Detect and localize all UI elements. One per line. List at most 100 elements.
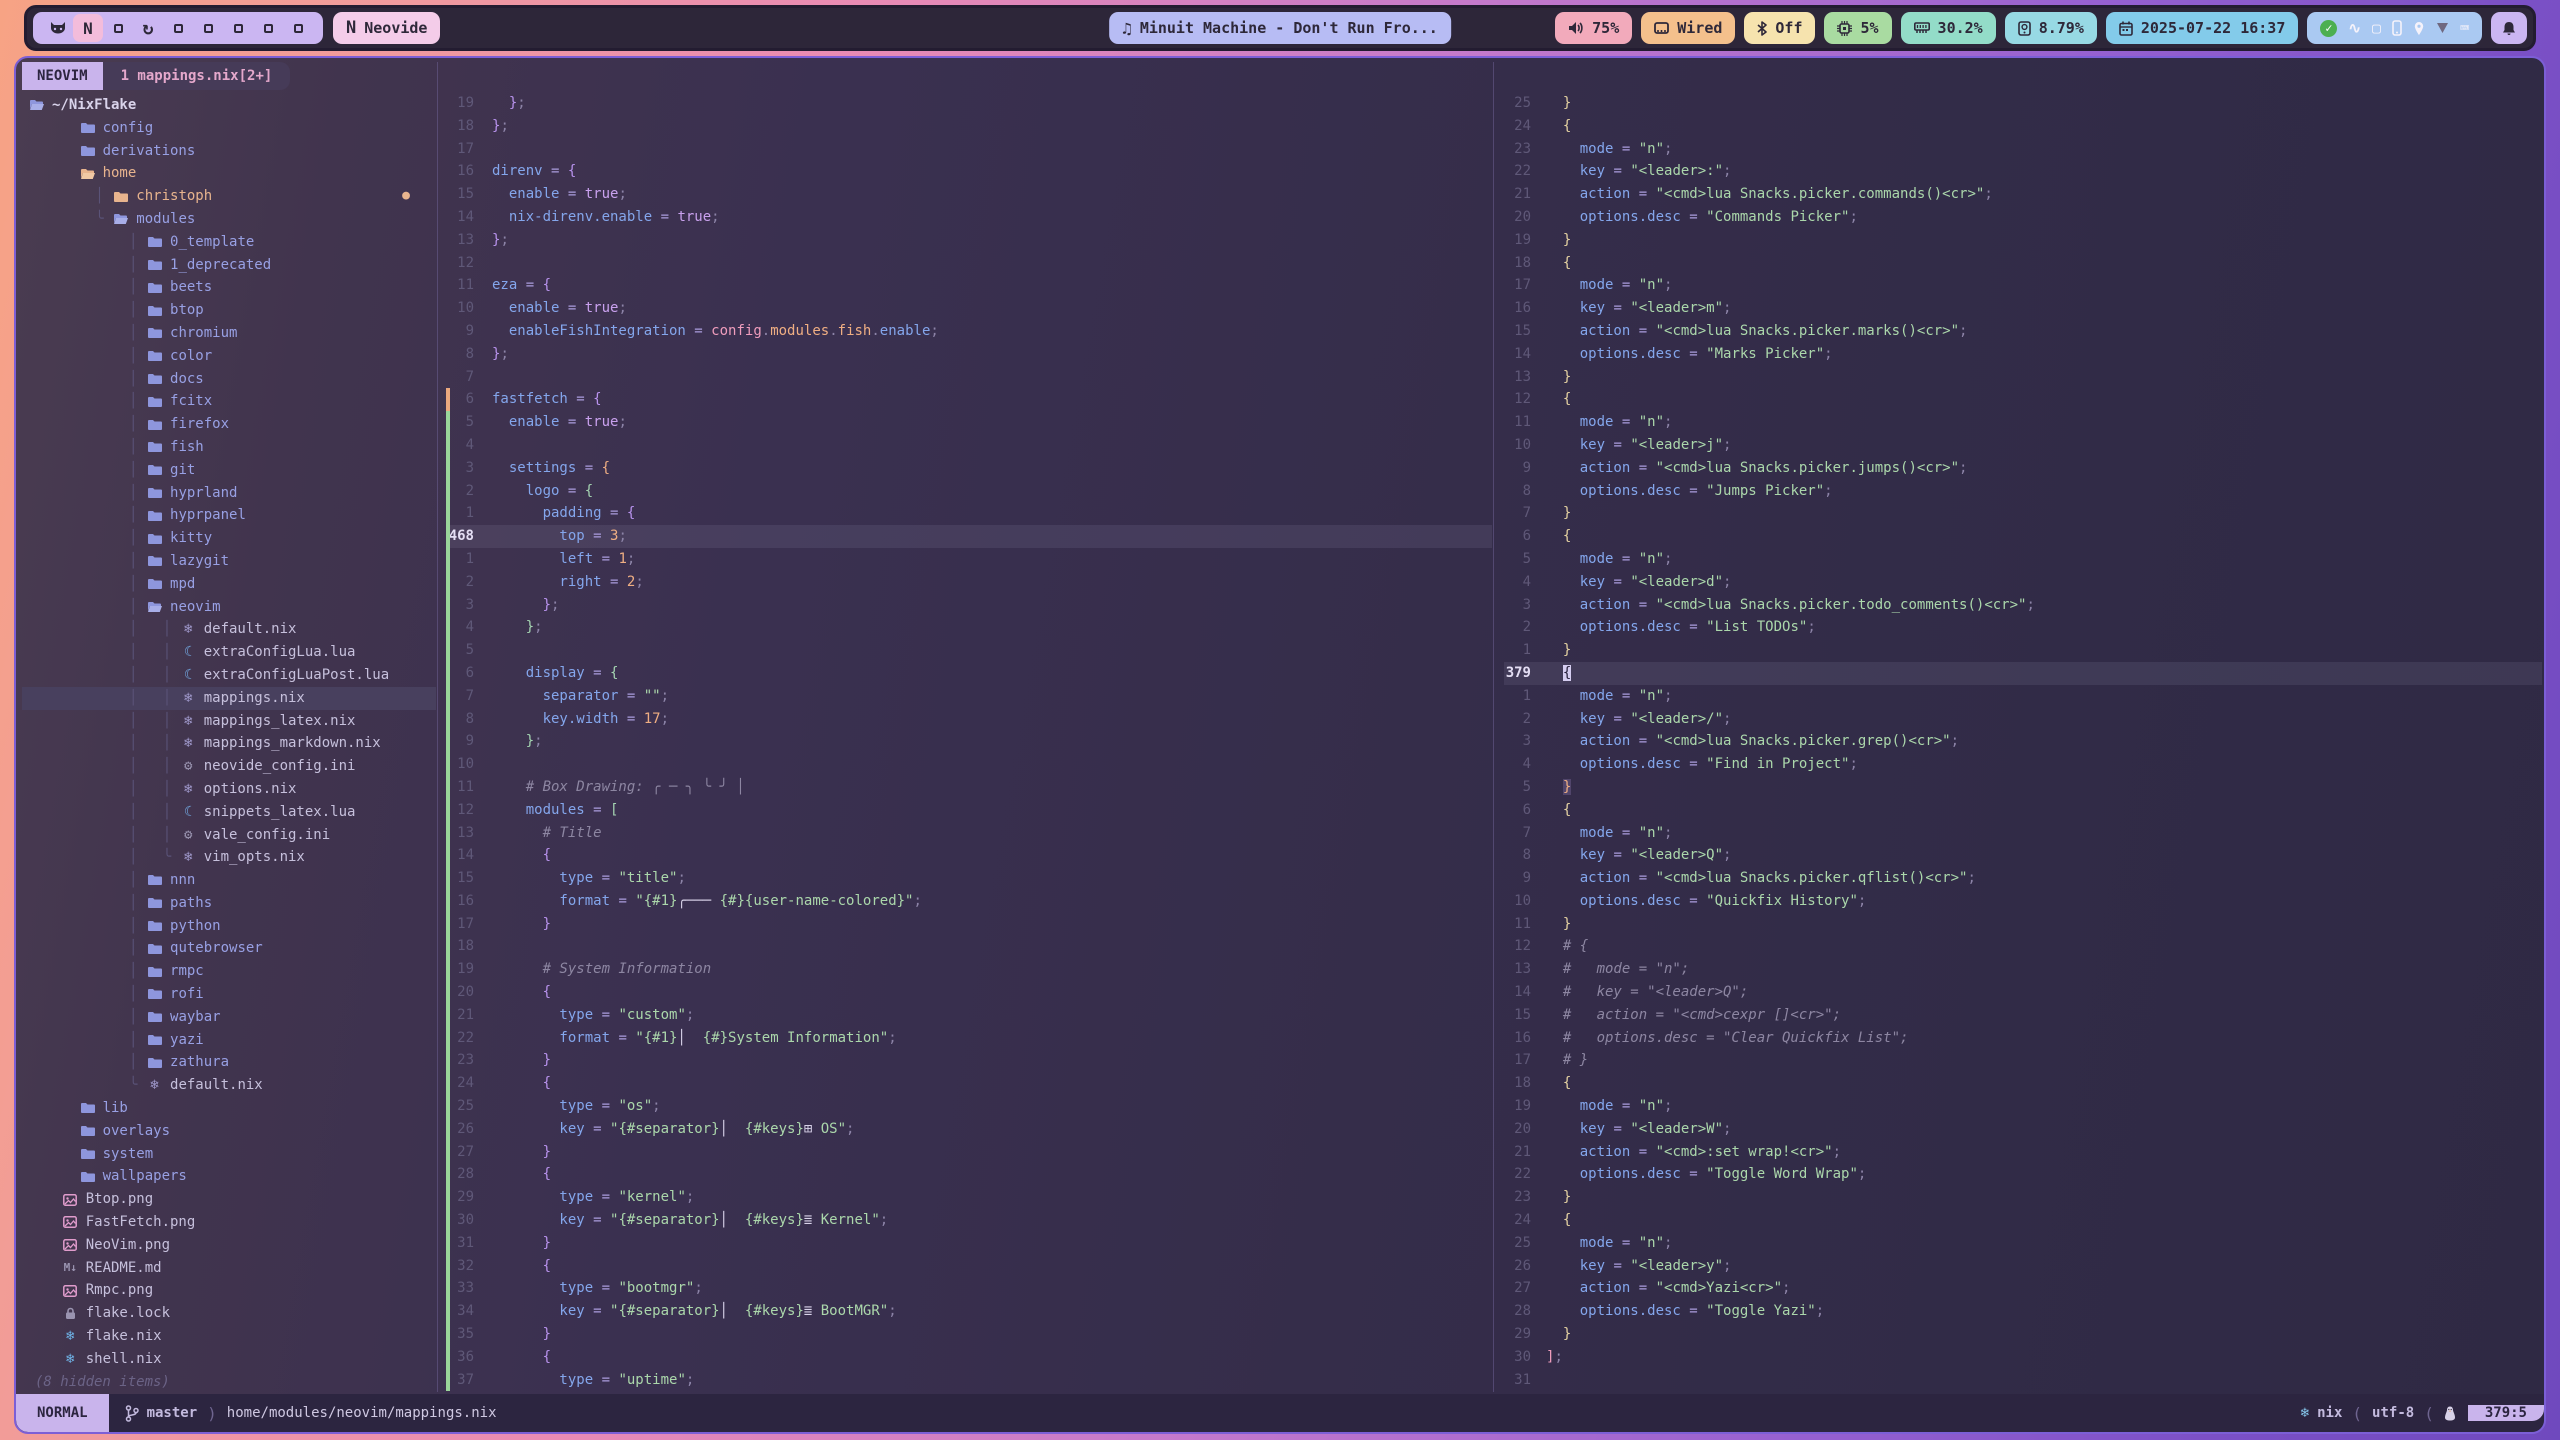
- code-line[interactable]: 1 }: [1504, 639, 2542, 662]
- workspace-2-active[interactable]: N: [73, 14, 103, 42]
- code-line[interactable]: 4 };: [446, 616, 1492, 639]
- tree-item-yazi[interactable]: │ yazi: [22, 1029, 436, 1052]
- code-line[interactable]: 18 {: [1504, 252, 2542, 275]
- tree-item-docs[interactable]: │ docs: [22, 368, 436, 391]
- code-line[interactable]: 29 type = "kernel";: [446, 1186, 1492, 1209]
- code-line[interactable]: 32 {: [446, 1255, 1492, 1278]
- code-line[interactable]: 7 separator = "";: [446, 685, 1492, 708]
- code-line[interactable]: 5 enable = true;: [446, 411, 1492, 434]
- code-line[interactable]: 11 mode = "n";: [1504, 411, 2542, 434]
- tree-item-neovide_config.ini[interactable]: │ │ ⚙neovide_config.ini: [22, 755, 436, 778]
- tree-item-zathura[interactable]: │ zathura: [22, 1051, 436, 1074]
- tree-item-fcitx[interactable]: │ fcitx: [22, 390, 436, 413]
- code-line[interactable]: 13 }: [1504, 366, 2542, 389]
- code-line[interactable]: 24 {: [446, 1072, 1492, 1095]
- tree-item-default.nix[interactable]: │ │ ❄default.nix: [22, 618, 436, 641]
- code-line[interactable]: 9 action = "<cmd>lua Snacks.picker.jumps…: [1504, 457, 2542, 480]
- code-line[interactable]: 25 mode = "n";: [1504, 1232, 2542, 1255]
- code-line[interactable]: 33 type = "bootmgr";: [446, 1277, 1492, 1300]
- tree-item-overlays[interactable]: overlays: [22, 1120, 436, 1143]
- memory-module[interactable]: 30.2%: [1901, 12, 1996, 44]
- tree-item-1_deprecated[interactable]: │ 1_deprecated: [22, 254, 436, 277]
- code-line[interactable]: 12 # {: [1504, 935, 2542, 958]
- code-line[interactable]: 23 mode = "n";: [1504, 138, 2542, 161]
- network-module[interactable]: Wired: [1641, 12, 1735, 44]
- code-line[interactable]: 10 options.desc = "Quickfix History";: [1504, 890, 2542, 913]
- code-line[interactable]: 17 mode = "n";: [1504, 274, 2542, 297]
- tree-item-paths[interactable]: │ paths: [22, 892, 436, 915]
- code-line[interactable]: 28 {: [446, 1163, 1492, 1186]
- tree-item-0_template[interactable]: │ 0_template: [22, 231, 436, 254]
- code-line[interactable]: 19 # System Information: [446, 958, 1492, 981]
- workspace-8[interactable]: [253, 14, 283, 42]
- tree-item-mappings_markdown.nix[interactable]: │ │ ❄mappings_markdown.nix: [22, 732, 436, 755]
- code-line[interactable]: 30 key = "{#separator}│ {#keys}≣ Kernel"…: [446, 1209, 1492, 1232]
- code-line[interactable]: 30];: [1504, 1346, 2542, 1369]
- code-line[interactable]: 35 }: [446, 1323, 1492, 1346]
- music-module[interactable]: ♫ Minuit Machine - Don't Run Fro...: [1109, 12, 1451, 44]
- code-line[interactable]: 15 # action = "<cmd>cexpr []<cr>";: [1504, 1004, 2542, 1027]
- tree-item-snippets_latex.lua[interactable]: │ │ ☾snippets_latex.lua: [22, 801, 436, 824]
- tree-item-christoph[interactable]: │ christoph●: [22, 185, 436, 208]
- workspace-4[interactable]: ↻: [133, 14, 163, 42]
- code-line[interactable]: 19 mode = "n";: [1504, 1095, 2542, 1118]
- code-line[interactable]: 27 action = "<cmd>Yazi<cr>";: [1504, 1277, 2542, 1300]
- code-line[interactable]: 11eza = {: [446, 274, 1492, 297]
- tree-item-flake.lock[interactable]: flake.lock: [22, 1302, 436, 1325]
- notification-module[interactable]: [2491, 12, 2527, 44]
- tree-item-config[interactable]: config: [22, 117, 436, 140]
- editor-pane-right[interactable]: 25 }24 {23 mode = "n";22 key = "<leader>…: [1496, 92, 2542, 1392]
- code-line[interactable]: 2 right = 2;: [446, 571, 1492, 594]
- code-line[interactable]: 22 key = "<leader>:";: [1504, 160, 2542, 183]
- workspace-7[interactable]: [223, 14, 253, 42]
- code-line[interactable]: 3 action = "<cmd>lua Snacks.picker.todo_…: [1504, 594, 2542, 617]
- code-line[interactable]: 15 action = "<cmd>lua Snacks.picker.mark…: [1504, 320, 2542, 343]
- tree-item-home[interactable]: home: [22, 162, 436, 185]
- tree-item-default.nix[interactable]: ╰ ❄default.nix: [22, 1074, 436, 1097]
- code-line[interactable]: 13 # Title: [446, 822, 1492, 845]
- tree-item-color[interactable]: │ color: [22, 345, 436, 368]
- code-line[interactable]: 20 {: [446, 981, 1492, 1004]
- code-line[interactable]: 8 options.desc = "Jumps Picker";: [1504, 480, 2542, 503]
- code-line[interactable]: 9 };: [446, 730, 1492, 753]
- code-line[interactable]: 5 mode = "n";: [1504, 548, 2542, 571]
- tree-item-hyprpanel[interactable]: │ hyprpanel: [22, 504, 436, 527]
- tree-item-firefox[interactable]: │ firefox: [22, 413, 436, 436]
- code-line[interactable]: 16direnv = {: [446, 160, 1492, 183]
- workspace-5[interactable]: [163, 14, 193, 42]
- code-line[interactable]: 17: [446, 138, 1492, 161]
- code-line[interactable]: 17 # }: [1504, 1049, 2542, 1072]
- code-line[interactable]: 28 options.desc = "Toggle Yazi";: [1504, 1300, 2542, 1323]
- code-line[interactable]: 20 key = "<leader>W";: [1504, 1118, 2542, 1141]
- code-line[interactable]: 8 key = "<leader>Q";: [1504, 844, 2542, 867]
- code-line[interactable]: 18 {: [1504, 1072, 2542, 1095]
- code-line[interactable]: 8};: [446, 343, 1492, 366]
- code-line[interactable]: 7 }: [1504, 502, 2542, 525]
- workspace-3[interactable]: [103, 14, 133, 42]
- code-line[interactable]: 4 options.desc = "Find in Project";: [1504, 753, 2542, 776]
- tree-item-nnn[interactable]: │ nnn: [22, 869, 436, 892]
- code-line[interactable]: 11 # Box Drawing: ╭ ─ ╮ ╰ ╯ │: [446, 776, 1492, 799]
- code-line[interactable]: 17 }: [446, 913, 1492, 936]
- code-line[interactable]: 22 format = "{#1}│ {#}System Information…: [446, 1027, 1492, 1050]
- tree-item-8hiddenitems[interactable]: (8 hidden items): [22, 1371, 436, 1392]
- tree-item-mappings.nix[interactable]: │ │ ❄mappings.nix: [22, 687, 436, 710]
- code-line[interactable]: 15 type = "title";: [446, 867, 1492, 890]
- tree-item-git[interactable]: │ git: [22, 459, 436, 482]
- code-line[interactable]: 16 format = "{#1}╭─── {#}{user-name-colo…: [446, 890, 1492, 913]
- code-line[interactable]: 26 key = "<leader>y";: [1504, 1255, 2542, 1278]
- bluetooth-module[interactable]: Off: [1744, 12, 1815, 44]
- code-line[interactable]: 14 {: [446, 844, 1492, 867]
- code-line[interactable]: 11 }: [1504, 913, 2542, 936]
- code-line[interactable]: 9 enableFishIntegration = config.modules…: [446, 320, 1492, 343]
- file-tree-sidebar[interactable]: ~/NixFlake config derivations home │ chr…: [22, 94, 436, 1392]
- code-line[interactable]: 16 # options.desc = "Clear Quickfix List…: [1504, 1027, 2542, 1050]
- code-line[interactable]: 23 }: [446, 1049, 1492, 1072]
- sidebar-editor-separator[interactable]: [437, 62, 438, 1392]
- tree-item-waybar[interactable]: │ waybar: [22, 1006, 436, 1029]
- code-line[interactable]: 22 options.desc = "Toggle Word Wrap";: [1504, 1163, 2542, 1186]
- code-line[interactable]: 25 type = "os";: [446, 1095, 1492, 1118]
- code-line[interactable]: 36 {: [446, 1346, 1492, 1369]
- code-line[interactable]: 25 }: [1504, 92, 2542, 115]
- tree-item-neovim[interactable]: │ neovim: [22, 596, 436, 619]
